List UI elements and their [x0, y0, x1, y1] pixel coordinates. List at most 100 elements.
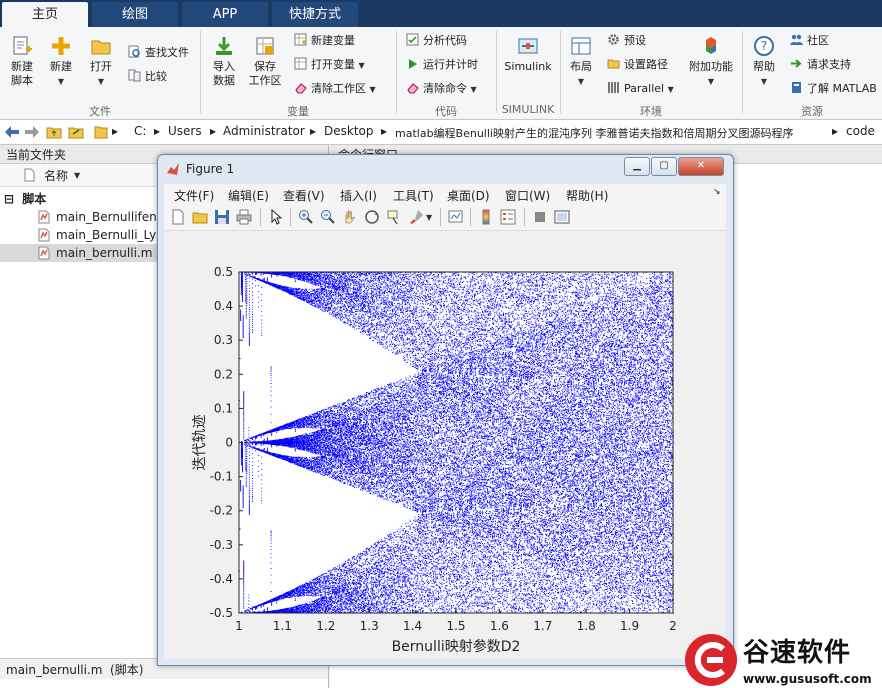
request-support-button[interactable]: 请求支持: [790, 56, 851, 74]
tab-plots[interactable]: 绘图: [92, 2, 178, 27]
group-label-simulink: SIMULINK: [501, 103, 555, 116]
breadcrumb-item[interactable]: Administrator: [223, 124, 305, 138]
breadcrumb-separator: ▸: [310, 124, 317, 138]
data-cursor-icon[interactable]: [386, 209, 402, 225]
help-button[interactable]: ? 帮助 ▼: [748, 35, 780, 89]
dock-arrow-icon[interactable]: ↘: [713, 187, 721, 197]
preferences-button[interactable]: 预设: [607, 32, 646, 50]
chevron-down-icon: ▼: [470, 85, 477, 94]
set-path-button[interactable]: 设置路径: [607, 56, 668, 74]
figure-canvas[interactable]: 1 1.1 1.2 1.3 1.4 1.5 1.6 1.7 1.8 1.9 2 0.5 0.4 0.3 0.…: [164, 231, 726, 659]
minimize-button[interactable]: ▁: [624, 157, 650, 176]
help-icon: ?: [754, 36, 774, 56]
simulink-button[interactable]: Simulink: [500, 35, 556, 74]
toolbar-separator: [524, 208, 525, 226]
new-button[interactable]: 新建 ▼: [44, 35, 78, 89]
clear-commands-button[interactable]: 清除命令 ▼: [406, 80, 477, 98]
menu-edit[interactable]: 编辑(E): [228, 187, 269, 204]
print-icon[interactable]: [236, 209, 252, 225]
parallel-button[interactable]: Parallel ▼: [607, 80, 674, 98]
new-variable-button[interactable]: 新建变量: [294, 32, 355, 50]
matlab-file-icon: [38, 210, 50, 224]
file-icon: [24, 168, 35, 182]
parallel-icon: [608, 82, 619, 93]
open-file-icon[interactable]: [192, 209, 208, 225]
zoom-in-icon[interactable]: [298, 209, 314, 225]
zoom-out-icon[interactable]: [320, 209, 336, 225]
gear-icon: [608, 34, 619, 45]
folder-group[interactable]: ⊟ 脚本: [4, 190, 46, 208]
figure-titlebar[interactable]: Figure 1 ▁ ▢ ✕: [158, 155, 733, 183]
folder-icon: [607, 59, 620, 69]
open-variable-button[interactable]: 打开变量 ▼: [294, 56, 365, 74]
list-item[interactable]: main_Bernullifenc: [38, 208, 163, 226]
import-data-button[interactable]: 导入 数据: [208, 35, 240, 88]
layout-button[interactable]: 布局 ▼: [564, 35, 598, 89]
chevron-down-icon[interactable]: ▼: [426, 213, 432, 222]
menu-tools[interactable]: 工具(T): [393, 187, 434, 204]
list-item[interactable]: main_Bernulli_Lya: [38, 226, 164, 244]
compare-button[interactable]: 比较: [128, 68, 167, 86]
matlab-file-icon: [38, 228, 50, 242]
rotate-3d-icon[interactable]: [364, 209, 380, 225]
run-and-time-button[interactable]: 运行并计时: [406, 56, 478, 74]
collapse-icon[interactable]: ⊟: [4, 190, 14, 208]
eraser-icon: [295, 83, 307, 94]
find-files-button[interactable]: 查找文件: [128, 44, 189, 62]
open-button[interactable]: 打开 ▼: [84, 35, 118, 89]
link-plot-icon[interactable]: [448, 209, 464, 225]
analyze-code-button[interactable]: 分析代码: [406, 32, 467, 50]
figure-title: Figure 1: [186, 162, 235, 176]
chevron-down-icon: ▼: [760, 77, 768, 86]
maximize-button[interactable]: ▢: [651, 157, 677, 176]
browse-folder-icon[interactable]: [68, 124, 84, 140]
folder-icon: [91, 40, 111, 55]
bifurcation-plot[interactable]: 1 1.1 1.2 1.3 1.4 1.5 1.6 1.7 1.8 1.9 2 0.5 0.4 0.3 0.…: [164, 231, 726, 659]
tab-shortcuts[interactable]: 快捷方式: [272, 2, 358, 27]
x-tick-label: 1.2: [316, 619, 335, 633]
pan-hand-icon[interactable]: [342, 209, 358, 225]
colorbar-icon[interactable]: [478, 209, 494, 225]
legend-icon[interactable]: [500, 209, 516, 225]
x-tick-label: 1: [235, 619, 243, 633]
save-workspace-button[interactable]: 保存 工作区: [246, 35, 284, 88]
chevron-down-icon: ▼: [57, 77, 65, 86]
breadcrumb-item[interactable]: matlab编程Benulli映射产生的混沌序列 李雅普诺夫指数和倍周期分叉图源…: [395, 125, 823, 141]
breadcrumb-separator: ▸: [832, 124, 839, 138]
save-icon[interactable]: [214, 209, 230, 225]
new-script-button[interactable]: 新建 脚本: [6, 35, 38, 88]
menu-help[interactable]: 帮助(H): [566, 187, 608, 204]
y-tick-label: -0.1: [210, 470, 233, 484]
y-tick-label: 0.5: [214, 265, 233, 279]
list-item-selected[interactable]: main_bernulli.m: [38, 244, 152, 262]
menu-window[interactable]: 窗口(W): [505, 187, 550, 204]
learn-matlab-button[interactable]: 了解 MATLAB: [790, 80, 877, 98]
book-icon: [792, 82, 801, 93]
close-button[interactable]: ✕: [678, 157, 724, 176]
breadcrumb-item[interactable]: Users: [168, 124, 202, 138]
tab-home[interactable]: 主页: [2, 2, 88, 27]
breadcrumb-item[interactable]: Desktop: [324, 124, 374, 138]
new-figure-icon[interactable]: [170, 209, 186, 225]
brush-icon[interactable]: [408, 209, 424, 225]
open-variable-icon: [294, 57, 307, 70]
add-ons-button[interactable]: 附加功能 ▼: [686, 35, 736, 89]
import-data-icon: [216, 37, 232, 55]
file-details-text: main_bernulli.m (脚本): [6, 663, 144, 677]
pointer-icon[interactable]: [268, 209, 284, 225]
menu-file[interactable]: 文件(F): [174, 187, 214, 204]
show-tools-icon[interactable]: [554, 209, 570, 225]
save-workspace-icon: [256, 37, 274, 55]
breadcrumb-item[interactable]: C:: [134, 124, 146, 138]
tab-apps[interactable]: APP: [182, 2, 268, 27]
up-folder-icon[interactable]: [46, 124, 62, 140]
hide-tools-icon[interactable]: [532, 209, 548, 225]
back-arrow-icon[interactable]: [4, 125, 20, 139]
menu-insert[interactable]: 插入(I): [340, 187, 377, 204]
clear-workspace-button[interactable]: 清除工作区 ▼: [294, 80, 376, 98]
menu-view[interactable]: 查看(V): [283, 187, 325, 204]
community-button[interactable]: 社区: [790, 32, 829, 50]
breadcrumb-item[interactable]: code: [846, 124, 875, 138]
menu-desktop[interactable]: 桌面(D): [447, 187, 490, 204]
forward-arrow-icon[interactable]: [24, 125, 40, 139]
